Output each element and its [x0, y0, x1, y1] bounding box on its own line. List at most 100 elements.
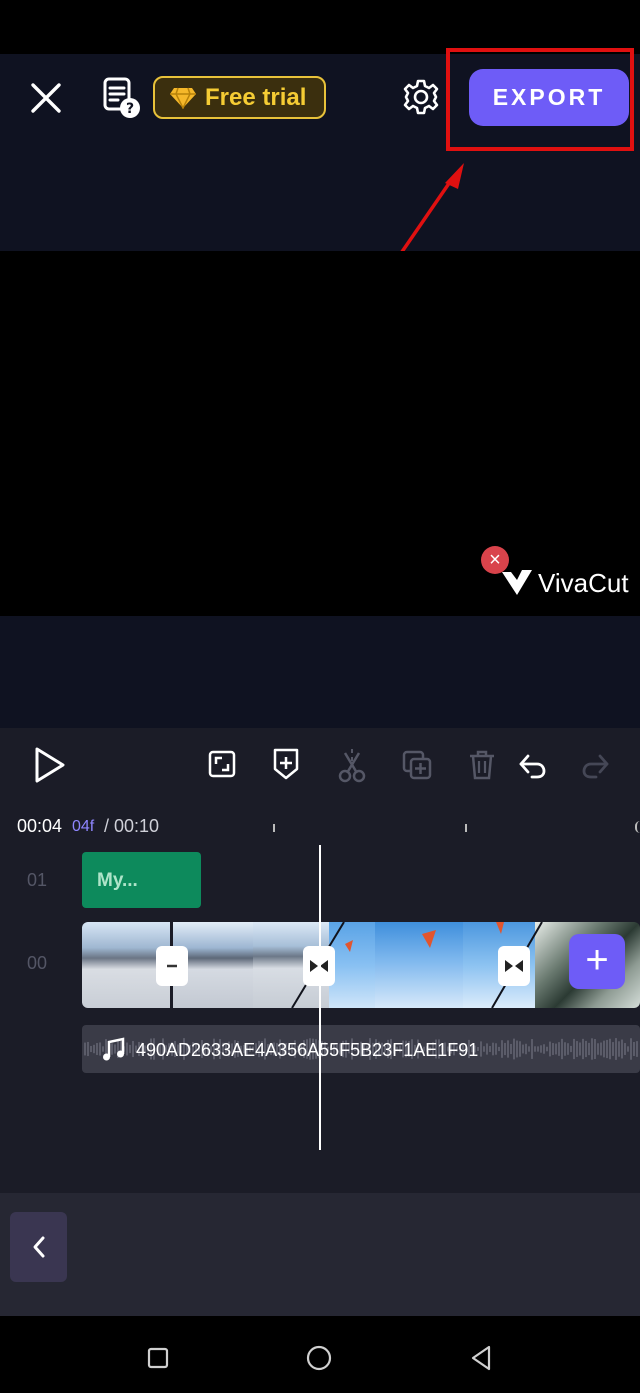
waveform-bar — [564, 1042, 566, 1056]
waveform-bar — [579, 1042, 581, 1056]
waveform-bar — [546, 1046, 548, 1052]
waveform-bar — [558, 1042, 560, 1056]
waveform-bar — [627, 1046, 629, 1052]
waveform-bar — [615, 1038, 617, 1060]
help-doc-button[interactable]: ? — [98, 74, 146, 122]
waveform-bar — [96, 1043, 98, 1055]
scissors-icon — [338, 749, 366, 783]
undo-button[interactable] — [512, 746, 552, 786]
ruler-tick — [635, 821, 640, 833]
bottom-panel — [0, 1193, 640, 1316]
diamond-icon — [170, 87, 196, 109]
waveform-bar — [609, 1038, 611, 1060]
waveform-bar — [630, 1038, 632, 1060]
waveform-bar — [516, 1040, 518, 1058]
circle-icon — [306, 1345, 332, 1371]
close-button[interactable] — [22, 76, 70, 120]
status-bar — [0, 0, 640, 54]
shield-plus-icon — [273, 748, 299, 780]
waveform-bar — [531, 1039, 533, 1059]
waveform-bar — [513, 1038, 515, 1060]
waveform-bar — [510, 1043, 512, 1055]
waveform-bar — [486, 1043, 488, 1055]
waveform-bar — [498, 1046, 500, 1052]
waveform-bar — [624, 1043, 626, 1055]
undo-icon — [519, 754, 546, 779]
recent-apps-button[interactable] — [140, 1338, 176, 1378]
split-button[interactable] — [332, 744, 372, 786]
text-clip[interactable]: My... — [82, 852, 201, 908]
waveform-bar — [582, 1038, 584, 1060]
waveform-bar — [585, 1040, 587, 1058]
ruler-tick — [465, 824, 467, 832]
timecode-current: 00:04 — [17, 816, 63, 836]
waveform-bar — [612, 1042, 614, 1056]
waveform-bar — [543, 1044, 545, 1054]
waveform-bar — [573, 1038, 575, 1060]
audio-clip-label: 490AD2633AE4A356A55F5B23F1AE1F91 — [136, 1040, 479, 1060]
waveform-bar — [129, 1044, 131, 1054]
track-number: 00 — [27, 953, 48, 973]
waveform-bar — [618, 1041, 620, 1057]
ruler-tick — [273, 824, 275, 832]
free-trial-button[interactable]: Free trial — [153, 76, 326, 119]
system-back-button[interactable] — [462, 1338, 500, 1378]
music-note-icon — [103, 1037, 125, 1061]
waveform-bar — [555, 1043, 557, 1055]
waveform-bar — [528, 1046, 530, 1052]
waveform-bar — [132, 1040, 134, 1058]
waveform-bar — [636, 1041, 638, 1057]
transition-icon — [505, 960, 523, 972]
track-number: 01 — [27, 870, 48, 890]
triangle-back-icon — [471, 1345, 491, 1371]
waveform-bar — [534, 1046, 536, 1052]
waveform-bar — [480, 1041, 482, 1057]
waveform-bar — [84, 1042, 86, 1056]
square-icon — [147, 1347, 169, 1369]
duplicate-button[interactable] — [397, 744, 437, 786]
waveform-bar — [492, 1042, 494, 1056]
waveform-bar — [519, 1041, 521, 1057]
clip-trim-handle[interactable] — [156, 946, 188, 986]
waveform-bar — [504, 1042, 506, 1056]
waveform-bar — [552, 1043, 554, 1055]
waveform-bar — [603, 1040, 605, 1058]
waveform-bar — [633, 1042, 635, 1056]
waveform-bar — [495, 1043, 497, 1055]
waveform-bar — [87, 1041, 89, 1057]
annotation-highlight-box — [446, 48, 634, 151]
waveform-bar — [576, 1041, 578, 1057]
back-button[interactable] — [10, 1212, 67, 1282]
close-icon — [31, 83, 61, 113]
svg-text:?: ? — [126, 101, 134, 117]
minus-icon — [167, 964, 177, 968]
waveform-bar — [594, 1039, 596, 1059]
add-clip-button[interactable]: + — [569, 934, 625, 989]
waveform-bar — [567, 1043, 569, 1055]
redo-button[interactable] — [576, 746, 616, 786]
waveform-bar — [90, 1045, 92, 1053]
home-button[interactable] — [300, 1338, 338, 1378]
play-button[interactable] — [24, 742, 72, 788]
playhead[interactable] — [319, 845, 321, 1150]
delete-button[interactable] — [462, 744, 502, 786]
waveform-bar — [591, 1038, 593, 1060]
vivacut-logo-icon — [502, 570, 532, 595]
fit-screen-button[interactable] — [202, 744, 242, 784]
waveform-bar — [483, 1046, 485, 1052]
waveform-bar — [537, 1046, 539, 1052]
waveform-bar — [540, 1045, 542, 1053]
waveform-bar — [549, 1041, 551, 1057]
waveform-bar — [501, 1040, 503, 1058]
duplicate-icon — [402, 750, 432, 780]
document-help-icon: ? — [103, 77, 140, 118]
video-preview[interactable] — [0, 251, 640, 616]
add-keyframe-button[interactable] — [266, 743, 306, 785]
waveform-bar — [489, 1046, 491, 1052]
waveform-bar — [621, 1039, 623, 1059]
transition-button[interactable] — [498, 946, 530, 986]
free-trial-label: Free trial — [205, 83, 307, 111]
chevron-left-icon — [33, 1236, 44, 1258]
timecode-frames: 04f — [72, 818, 95, 835]
settings-button[interactable] — [398, 74, 444, 120]
